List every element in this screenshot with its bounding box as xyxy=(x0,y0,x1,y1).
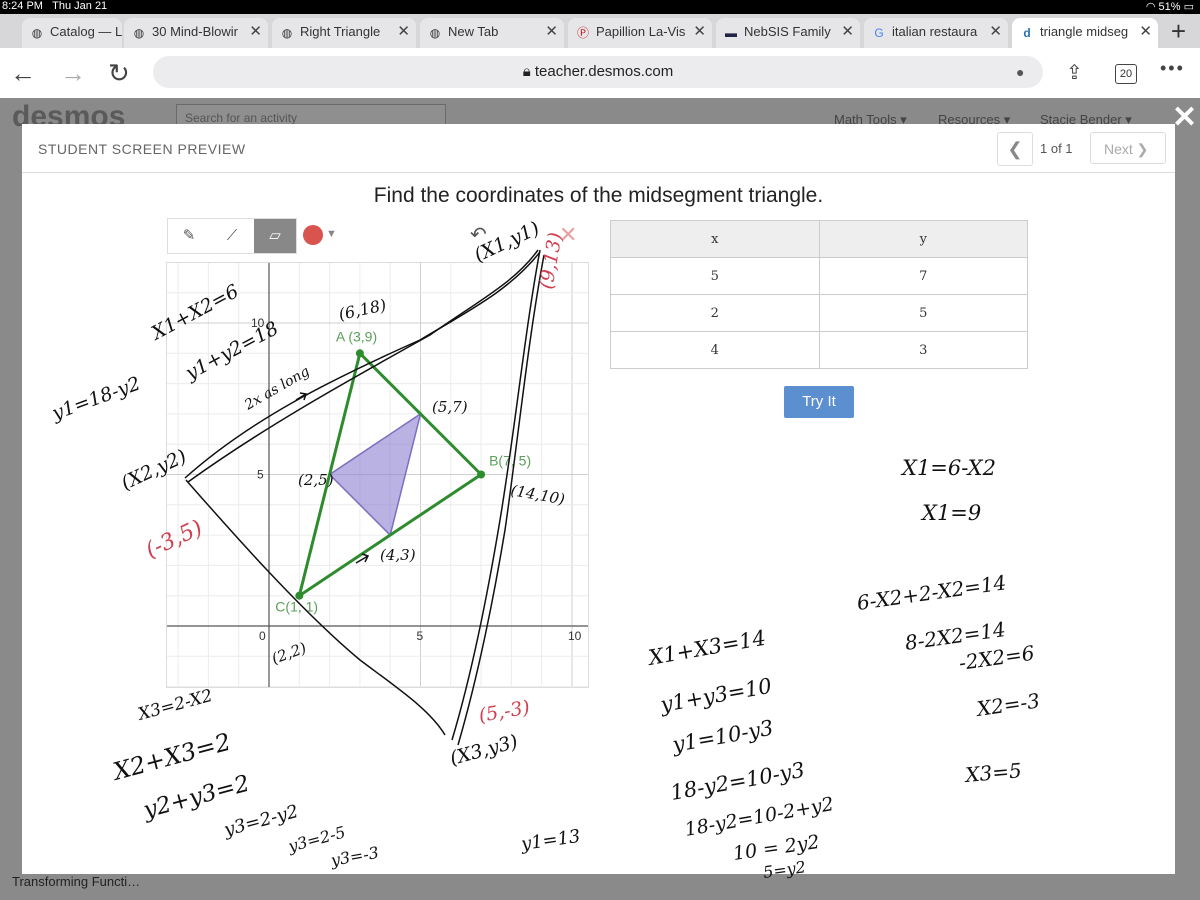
try-it-button[interactable]: Try It xyxy=(784,386,854,418)
share-icon[interactable]: ⇪ xyxy=(1066,60,1083,85)
vertex-label: A (3,9) xyxy=(336,328,377,344)
table-header-x: x xyxy=(610,220,820,258)
table-cell-x[interactable]: 4 xyxy=(610,331,820,369)
wifi-icon: ◠ xyxy=(1145,1,1159,13)
status-time: 8:24 PM Thu Jan 21 xyxy=(2,0,108,12)
undo-icon[interactable]: ↶ xyxy=(470,222,487,247)
table-row: 2 5 xyxy=(610,294,1028,332)
vertex-point[interactable] xyxy=(477,470,486,479)
chevron-down-icon[interactable]: ▼ xyxy=(326,228,337,240)
close-tab-icon[interactable]: ✕ xyxy=(249,22,262,40)
vertex-label: B(7, 5) xyxy=(489,453,531,469)
tab-bar: ◍ Catalog — L ◍ 30 Mind-Blowir ✕ ◍ Right Tri… xyxy=(0,14,1200,48)
close-tab-icon[interactable]: ✕ xyxy=(1139,22,1152,40)
lock-icon: 🔒︎ xyxy=(522,63,535,80)
student-screen-preview: STUDENT SCREEN PREVIEW ❮ 1 of 1 Next ❯ F… xyxy=(22,124,1175,874)
table-cell-y[interactable]: 7 xyxy=(818,257,1028,295)
sketch-toolbar: ✎ ⟋ ▱ xyxy=(167,218,297,254)
reload-icon[interactable]: ↻ xyxy=(108,58,130,89)
address-field[interactable]: 🔒︎ teacher.desmos.com xyxy=(153,56,1043,88)
pencil-icon[interactable]: ✎ xyxy=(168,219,210,253)
y-tick-label: 5 xyxy=(257,468,264,482)
table-cell-y[interactable]: 5 xyxy=(818,294,1028,332)
activity-prompt: Find the coordinates of the midsegment t… xyxy=(373,184,824,207)
nebsis-icon: ▬ xyxy=(725,26,737,40)
vertex-point[interactable] xyxy=(355,349,364,358)
more-icon[interactable]: ••• xyxy=(1160,58,1185,79)
forward-arrow-icon[interactable]: → xyxy=(60,58,86,89)
table-cell-y[interactable]: 3 xyxy=(818,331,1028,369)
microphone-icon[interactable]: ● xyxy=(1016,64,1024,80)
pl-icon: Ⓟ xyxy=(576,26,589,40)
coordinate-graph[interactable]: 0 5 10 10 5 A (3,9) B(7, 5) C(1, 1) xyxy=(166,262,589,688)
globe-icon: ◍ xyxy=(31,26,43,40)
table-cell-x[interactable]: 5 xyxy=(610,257,820,295)
clear-sketch-icon[interactable]: ✕ xyxy=(559,222,577,248)
globe-icon: ◍ xyxy=(429,26,441,40)
status-battery: ◠ 51% ▭ xyxy=(1145,1,1194,13)
vertex-label: C(1, 1) xyxy=(275,599,318,615)
globe-icon: ◍ xyxy=(133,26,145,40)
eraser-icon[interactable]: ▱ xyxy=(254,219,296,253)
close-tab-icon[interactable]: ✕ xyxy=(397,22,410,40)
google-icon: G xyxy=(874,26,884,40)
desmos-icon: d xyxy=(1023,26,1031,40)
table-row: 5 7 xyxy=(610,257,1028,295)
y-tick-label: 10 xyxy=(251,316,265,330)
preview-title: STUDENT SCREEN PREVIEW xyxy=(38,141,246,157)
close-tab-icon[interactable]: ✕ xyxy=(989,22,1002,40)
x-tick-label: 0 xyxy=(259,629,266,643)
background-footer-link: Transforming Functi… xyxy=(12,874,141,889)
color-picker-button[interactable] xyxy=(303,225,323,245)
tab-papillion[interactable]: Ⓟ Papillion La-Vis ✕ xyxy=(568,18,712,48)
line-tool-icon[interactable]: ⟋ xyxy=(211,219,253,253)
close-tab-icon[interactable]: ✕ xyxy=(693,22,706,40)
back-arrow-icon[interactable]: ← xyxy=(10,58,36,89)
globe-icon: ◍ xyxy=(281,26,293,40)
table-header-y: y xyxy=(818,220,1028,258)
url-bar: ← → ↻ 🔒︎ teacher.desmos.com ● ⇪ 20 ••• xyxy=(0,48,1200,99)
tab-italian[interactable]: Gitalian restaura ✕ xyxy=(864,18,1008,48)
tab-catalog[interactable]: ◍ Catalog — L xyxy=(22,18,122,48)
tab-right-triangle[interactable]: ◍ Right Triangle ✕ xyxy=(272,18,416,48)
coordinate-table: x y 5 7 2 5 4 3 xyxy=(610,220,1028,369)
table-header-row: x y xyxy=(610,220,1028,258)
tab-new-tab[interactable]: ◍ New Tab ✕ xyxy=(420,18,564,48)
tab-triangle-midsegment[interactable]: d triangle midseg ✕ xyxy=(1012,18,1158,48)
close-tab-icon[interactable]: ✕ xyxy=(545,22,558,40)
status-bar: 8:24 PM Thu Jan 21 ◠ 51% ▭ xyxy=(0,0,1200,14)
table-row: 4 3 xyxy=(610,331,1028,369)
close-preview-icon[interactable]: ✕ xyxy=(1172,100,1197,135)
preview-header: STUDENT SCREEN PREVIEW ❮ 1 of 1 Next ❯ xyxy=(22,124,1175,173)
next-screen-button[interactable]: Next ❯ xyxy=(1090,132,1166,164)
x-tick-label: 5 xyxy=(417,629,424,643)
tab-nebsis[interactable]: ▬ NebSIS Family ✕ xyxy=(716,18,860,48)
screen-count: 1 of 1 xyxy=(1040,141,1073,156)
x-tick-label: 10 xyxy=(568,629,582,643)
close-tab-icon[interactable]: ✕ xyxy=(841,22,854,40)
table-cell-x[interactable]: 2 xyxy=(610,294,820,332)
new-tab-plus-icon[interactable]: + xyxy=(1171,16,1186,47)
tab-count-button[interactable]: 20 xyxy=(1115,64,1137,84)
previous-screen-button[interactable]: ❮ xyxy=(997,132,1033,166)
tab-mind-blowing[interactable]: ◍ 30 Mind-Blowir ✕ xyxy=(124,18,268,48)
